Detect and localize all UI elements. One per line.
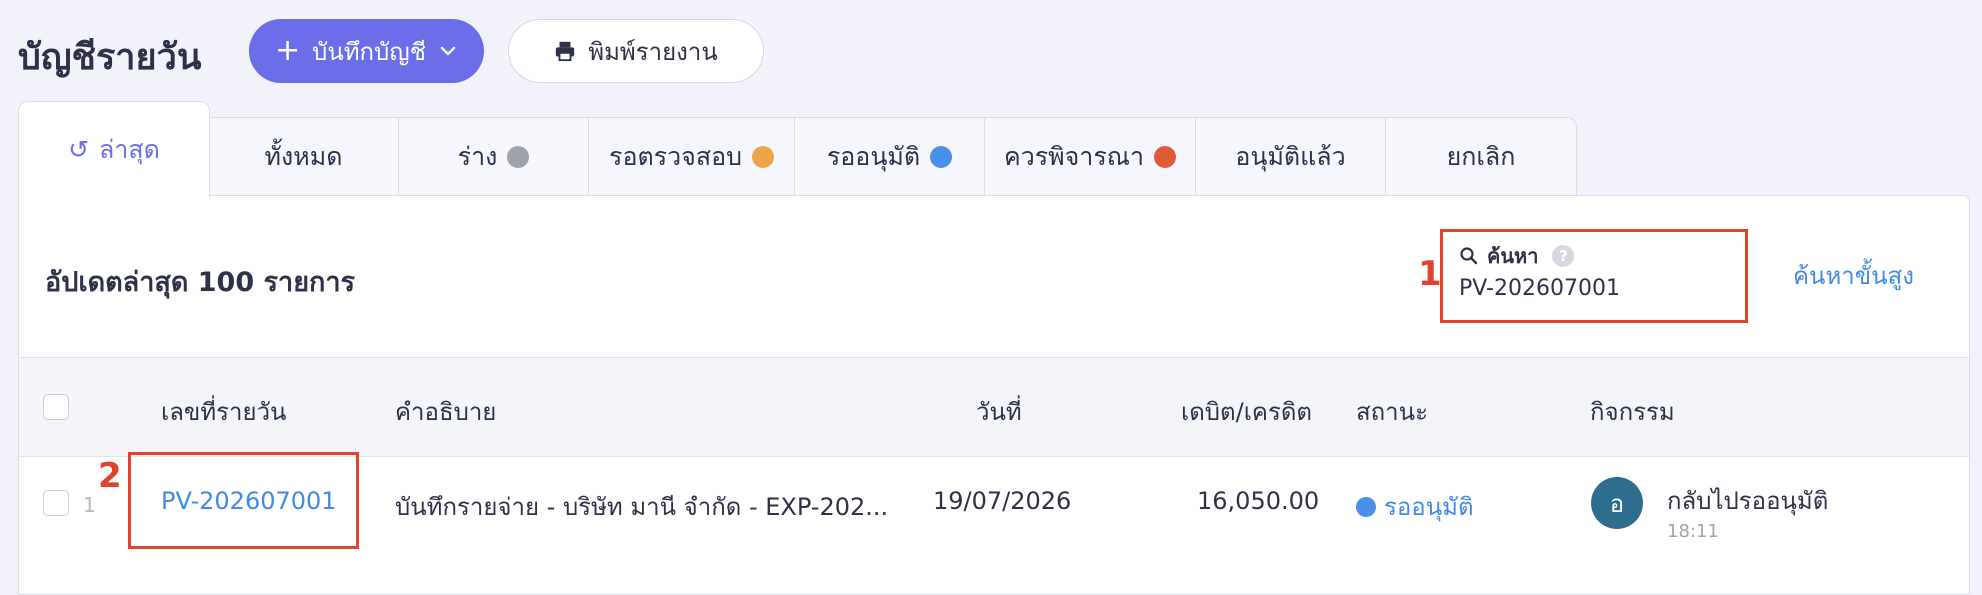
row-date: 19/07/2026 [933,487,1072,515]
tab-draft[interactable]: ร่าง [399,117,589,197]
annotation-number-2: 2 [98,456,122,496]
col-status: สถานะ [1356,398,1428,426]
record-entry-button[interactable]: + บันทึกบัญชี [249,19,484,83]
search-label: ค้นหา ? [1459,240,1575,272]
tab-label: ทั้งหมด [264,142,343,171]
col-activity: กิจกรรม [1590,398,1675,426]
advanced-search-link[interactable]: ค้นหาขั้นสูง [1793,256,1914,295]
avatar: อ [1591,477,1643,529]
status-dot-blue [930,146,953,168]
col-date: วันที่ [976,398,1022,426]
record-entry-label: บันทึกบัญชี [312,37,427,66]
table-header: เลขที่รายวัน คำอธิบาย วันที่ เดบิต/เครดิ… [19,357,1969,457]
search-label-text: ค้นหา [1487,244,1539,268]
tab-label: รอตรวจสอบ [609,142,742,171]
tab-pending-review[interactable]: รอตรวจสอบ [589,117,795,197]
activity-text: กลับไปรออนุมัติ [1667,487,1829,515]
status-dot-red [1154,146,1176,168]
row-description: บันทึกรายจ่าย - บริษัท มานี จำกัด - EXP-… [395,493,889,521]
tab-label: ร่าง [457,142,498,171]
col-number: เลขที่รายวัน [161,398,287,426]
table-row: 1 PV-202607001 บันทึกรายจ่าย - บริษัท มา… [19,457,1969,557]
help-icon: ? [1552,245,1575,267]
row-index: 1 [83,493,96,517]
status-text: รออนุมัติ [1384,493,1474,521]
status-dot-orange [751,146,774,168]
section-subtitle: อัปเดตล่าสุด 100 รายการ [45,267,356,298]
chevron-down-icon [440,46,456,56]
search-input[interactable] [1459,276,1729,301]
tab-approved[interactable]: อนุมัติแล้ว [1196,117,1386,197]
tab-label: ยกเลิก [1446,142,1516,171]
search-field[interactable]: ค้นหา ? [1443,226,1743,312]
tab-all[interactable]: ทั้งหมด [209,117,399,197]
status-badge: รออนุมัติ [1356,487,1474,526]
journal-card: อัปเดตล่าสุด 100 รายการ ค้นหา ? ค้นหาขั้… [18,195,1970,595]
plus-icon: + [274,33,301,68]
tab-needs-attention[interactable]: ควรพิจารณา [985,117,1196,197]
journal-number-link[interactable]: PV-202607001 [161,487,337,515]
col-debit-credit: เดบิต/เครดิต [1181,398,1313,426]
row-checkbox[interactable] [43,490,69,516]
annotation-number-1: 1 [1418,254,1442,294]
printer-icon [556,41,575,62]
tab-label: ล่าสุด [99,134,160,164]
tab-label: อนุมัติแล้ว [1235,142,1346,171]
print-report-button[interactable]: พิมพ์รายงาน [508,19,764,83]
select-all-checkbox[interactable] [43,394,69,420]
tab-cancelled[interactable]: ยกเลิก [1386,117,1577,197]
search-icon [1460,247,1478,265]
activity-time: 18:11 [1667,521,1719,542]
history-icon: ↺ [68,135,90,164]
tab-pending-approval[interactable]: รออนุมัติ [795,117,985,197]
status-dot-blue [1356,496,1376,517]
tab-label: ควรพิจารณา [1003,142,1144,171]
print-report-label: พิมพ์รายงาน [588,37,718,66]
tab-latest[interactable]: ↺ ล่าสุด [18,101,210,197]
row-amount: 16,050.00 [1197,487,1320,515]
page-title: บัญชีรายวัน [18,37,202,78]
status-dot-gray [507,146,530,168]
tab-label: รออนุมัติ [826,142,921,171]
col-description: คำอธิบาย [395,398,497,426]
